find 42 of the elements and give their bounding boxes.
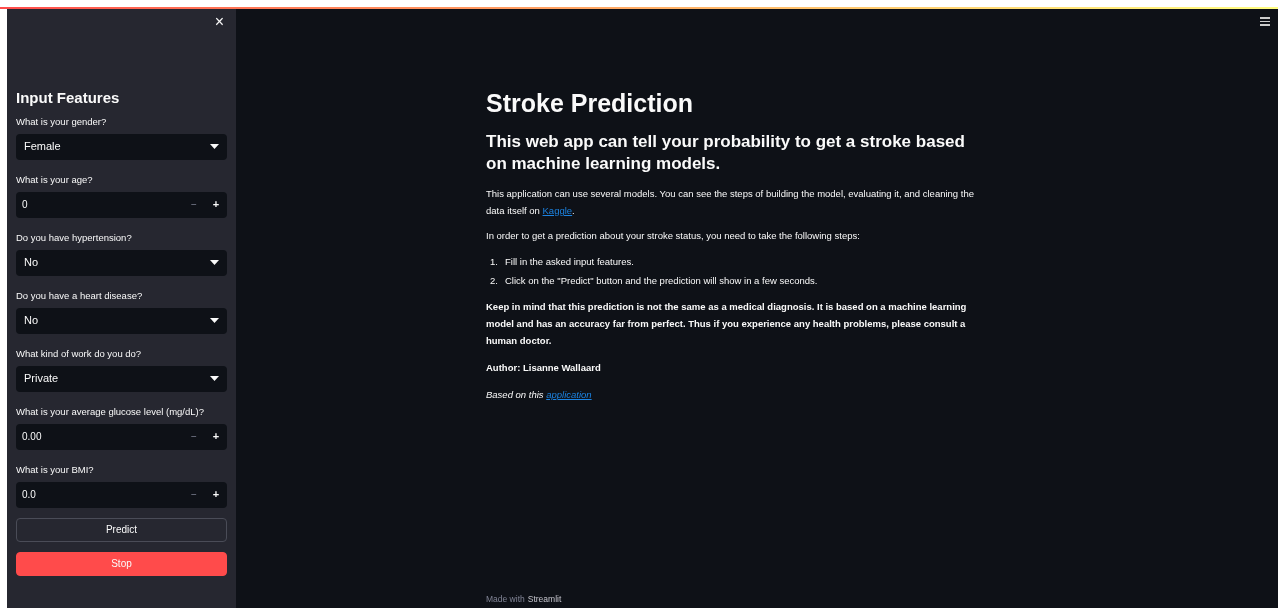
increment-button[interactable]: +: [205, 191, 227, 218]
number-input[interactable]: 0 − +: [16, 191, 227, 218]
field-label: What is your average glucose level (mg/dL)?: [16, 405, 205, 418]
intro-paragraph: This application can use several models. You can see the steps of building the model, evaluating it, and cleaning the data itself on Kaggle.: [486, 187, 975, 218]
decrement-button[interactable]: −: [183, 481, 205, 508]
field-label: What is your BMI?: [16, 463, 95, 476]
step-text: Fill in the asked input features.: [505, 255, 634, 269]
field-label: What is your gender?: [16, 115, 108, 128]
footer-text: Made with: [486, 593, 525, 606]
decrement-button[interactable]: −: [183, 191, 205, 218]
predict-button[interactable]: Predict: [16, 517, 227, 542]
number-input[interactable]: 0.00 − +: [16, 423, 227, 450]
decrement-button[interactable]: −: [183, 423, 205, 450]
author-line: Author: Lisanne Wallaard: [486, 361, 602, 375]
select-dropdown[interactable]: No: [16, 249, 227, 276]
close-button[interactable]: ×: [214, 12, 224, 32]
step-number: 2.: [489, 274, 499, 288]
menu-icon[interactable]: [1260, 17, 1270, 26]
steps-intro: In order to get a prediction about your stroke status, you need to take the following steps:: [486, 229, 861, 243]
field-label: What kind of work do you do?: [16, 347, 143, 360]
caret-icon: [210, 144, 219, 149]
caret-icon: [210, 318, 219, 323]
increment-button[interactable]: +: [205, 423, 227, 450]
sidebar-title: Input Features: [16, 88, 121, 108]
select-dropdown[interactable]: No: [16, 307, 227, 334]
based-on-line: Based on this application: [486, 388, 593, 402]
caret-icon: [210, 260, 219, 265]
page-title: Stroke Prediction: [486, 88, 694, 119]
footer-brand: Streamlit: [527, 593, 562, 606]
disclaimer-paragraph: Keep in mind that this prediction is not the same as a medical diagnosis. It is based on a machine learning model and has an accuracy far from perfect. Thus if you experience any health problems, please consult a human doctor.: [486, 300, 968, 348]
field-label: Do you have a heart disease?: [16, 289, 144, 302]
step-number: 1.: [489, 255, 499, 269]
number-input[interactable]: 0.0 − +: [16, 481, 227, 508]
field-label: Do you have hypertension?: [16, 231, 133, 244]
select-dropdown[interactable]: Female: [16, 133, 227, 160]
select-dropdown[interactable]: Private: [16, 365, 227, 392]
increment-button[interactable]: +: [205, 481, 227, 508]
field-label: What is your age?: [16, 173, 94, 186]
page-subtitle: This web app can tell your probability to get a stroke based on machine learning models.: [486, 131, 966, 175]
caret-icon: [210, 376, 219, 381]
step-text: Click on the "Predict" button and the prediction will show in a few seconds.: [505, 274, 818, 288]
application-link[interactable]: application: [546, 389, 592, 400]
